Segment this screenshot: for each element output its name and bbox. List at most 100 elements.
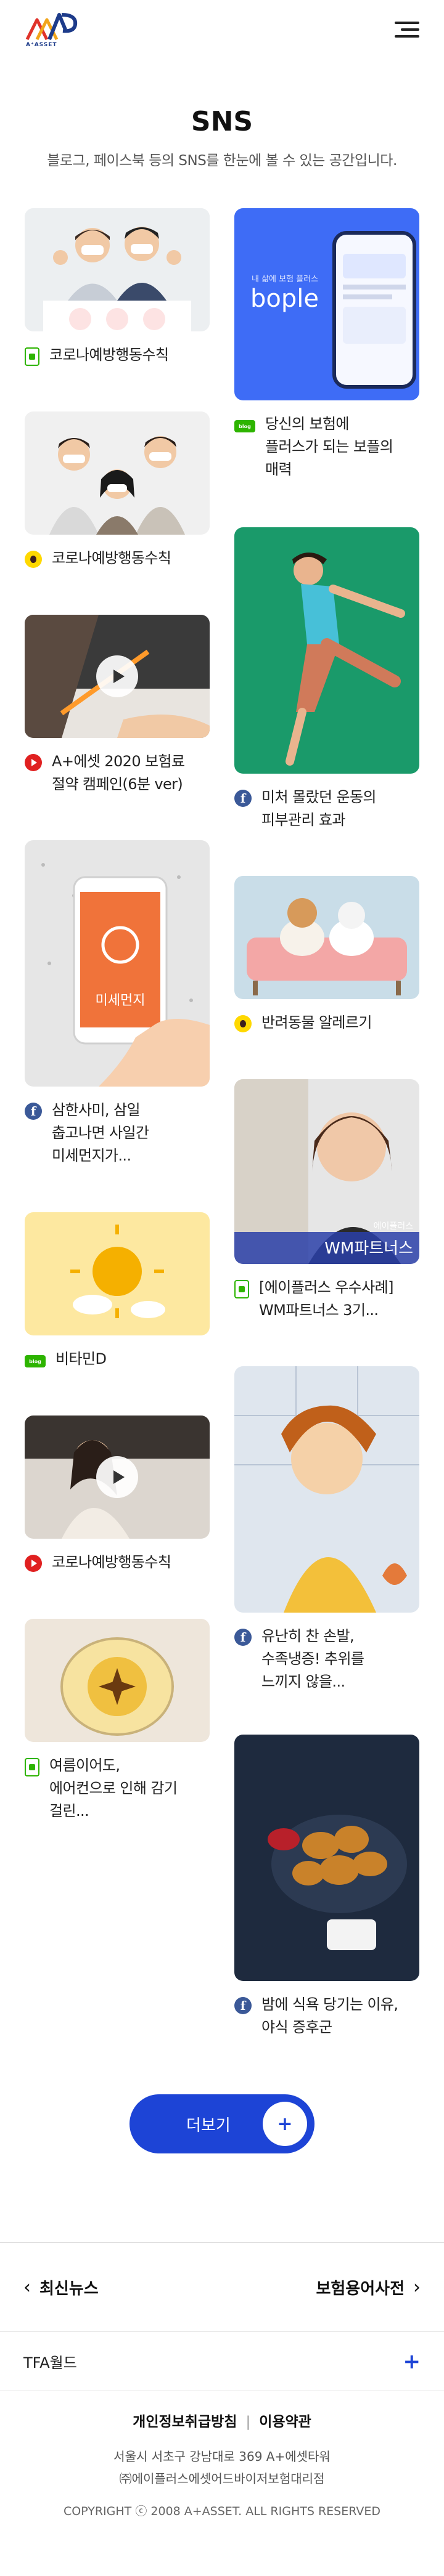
site-footer: 개인정보취급방침 | 이용약관 서울시 서초구 강남대로 369 A+에셋타워 ㈜에…	[0, 2410, 444, 2519]
card-caption: blog 비타민D	[25, 1350, 210, 1371]
card-thumbnail	[25, 1416, 210, 1539]
facebook-icon: f	[234, 1629, 252, 1646]
card-title: 코로나예방행동수칙	[52, 549, 171, 567]
card-title: 유난히 찬 손발, 수족냉증! 추위를 느끼지 않을...	[261, 1627, 364, 1690]
sns-card[interactable]: 여름이어도, 에어컨으로 인해 감기 걸린...	[25, 1619, 210, 1823]
divider: |	[245, 2414, 251, 2430]
card-thumbnail: 내 삶에 보험 플러스 bople	[234, 208, 419, 400]
facebook-icon: f	[25, 1103, 42, 1120]
card-title: 미처 몰랐던 운동의 피부관리 효과	[261, 788, 377, 828]
next-link[interactable]: 보험용어사전 ›	[316, 2276, 421, 2299]
chevron-right-icon: ›	[413, 2276, 421, 2298]
sns-card[interactable]: f 밤에 식욕 당기는 이유, 야식 증후군	[234, 1735, 419, 2039]
card-caption: 코로나예방행동수칙	[25, 346, 210, 367]
chevron-left-icon: ‹	[23, 2276, 31, 2298]
hamburger-icon[interactable]	[395, 20, 419, 39]
card-thumbnail	[25, 208, 210, 331]
sns-card[interactable]: 코로나예방행동수칙	[25, 411, 210, 570]
card-thumbnail	[25, 615, 210, 738]
card-thumbnail	[234, 1735, 419, 1981]
thumb-brand-text: bople	[250, 285, 319, 313]
company-name: ㈜에이플러스에셋어드바이저보험대리점	[119, 2471, 325, 2486]
page-description: 블로그, 페이스북 등의 SNS를 한눈에 볼 수 있는 공간입니다.	[47, 153, 397, 169]
sns-card[interactable]: 에이플러스 WM파트너스 [에이플러스 우수사례] WM파트너스 3기...	[234, 1079, 419, 1322]
thumb-text: 미세먼지	[95, 993, 146, 1008]
section-heading: SNS 블로그, 페이스북 등의 SNS를 한눈에 볼 수 있는 공간입니다.	[0, 106, 444, 169]
logo-mark-icon	[25, 13, 78, 41]
card-thumbnail: 에이플러스 WM파트너스	[234, 1079, 419, 1264]
more-button[interactable]: 더보기 +	[130, 2094, 314, 2153]
logo-text: A⁺ASSET	[26, 42, 57, 48]
post-navigation: ‹ 최신뉴스 보험용어사전 ›	[0, 2242, 444, 2332]
naver-blog-icon: blog	[25, 1355, 46, 1367]
youtube-icon	[25, 754, 42, 771]
naver-blog-icon: blog	[234, 420, 255, 432]
facebook-icon: f	[234, 1997, 252, 2014]
plus-icon: +	[403, 2349, 421, 2374]
copyright: COPYRIGHT ⓒ 2008 A+ASSET. ALL RIGHTS RES…	[63, 2505, 381, 2518]
prev-link[interactable]: ‹ 최신뉴스	[23, 2276, 99, 2299]
card-caption: 여름이어도, 에어컨으로 인해 감기 걸린...	[25, 1757, 210, 1823]
sns-card[interactable]: 반려동물 알레르기	[234, 876, 419, 1034]
play-icon[interactable]	[96, 655, 138, 697]
facebook-icon: f	[234, 790, 252, 807]
sns-card[interactable]: 미세먼지 f 삼한사미, 삼일 춥고나면 사일간 미세먼지가...	[25, 840, 210, 1167]
naver-post-icon	[25, 1758, 39, 1776]
card-caption: f 미처 몰랐던 운동의 피부관리 효과	[234, 788, 419, 832]
naver-post-icon	[234, 1280, 249, 1298]
thumb-brand-text: WM파트너스	[324, 1239, 413, 1258]
privacy-policy-link[interactable]: 개인정보취급방침	[133, 2414, 237, 2430]
sns-card[interactable]: f 미처 몰랐던 운동의 피부관리 효과	[234, 527, 419, 832]
card-title: 삼한사미, 삼일 춥고나면 사일간 미세먼지가...	[52, 1101, 149, 1164]
sns-page: A⁺ASSET SNS 블로그, 페이스북 등의 SNS를 한눈에 볼 수 있는…	[0, 0, 444, 2576]
card-caption: 반려동물 알레르기	[234, 1014, 419, 1034]
card-caption: A+에셋 2020 보험료 절약 캠페인(6분 ver)	[25, 753, 210, 796]
sns-card[interactable]: blog 비타민D	[25, 1212, 210, 1371]
card-caption: 코로나예방행동수칙	[25, 1553, 210, 1574]
card-title: 당신의 보험에 플러스가 되는 보플의 매력	[265, 415, 393, 478]
thumb-small-text: 내 삶에 보험 플러스	[252, 275, 319, 284]
prev-link-label: 최신뉴스	[39, 2279, 99, 2298]
play-icon[interactable]	[96, 1456, 138, 1498]
card-caption: blog 당신의 보험에 플러스가 되는 보플의 매력	[234, 415, 419, 481]
tfa-world-label: TFA월드	[23, 2354, 77, 2371]
sns-card[interactable]: 내 삶에 보험 플러스 bople blog 당신의 보험에 플러스가 되는 보플…	[234, 208, 419, 481]
card-caption: f 유난히 찬 손발, 수족냉증! 추위를 느끼지 않을...	[234, 1627, 419, 1693]
thumb-small-text: 에이플러스	[373, 1221, 413, 1231]
plus-icon: +	[263, 2102, 307, 2146]
card-title: [에이플러스 우수사례] WM파트너스 3기...	[259, 1279, 393, 1319]
site-header: A⁺ASSET	[0, 0, 444, 59]
page-title: SNS	[191, 106, 253, 137]
footer-address: 서울시 서초구 강남대로 369 A+에셋타워 ㈜에이플러스에셋어드바이저보험대…	[0, 2445, 444, 2490]
sns-grid: 코로나예방행동수칙 코로나예방행동수칙 A+에셋 2020 보험료 절약 캠페인…	[0, 208, 444, 2056]
logo[interactable]: A⁺ASSET	[25, 11, 81, 48]
card-caption: 코로나예방행동수칙	[25, 549, 210, 570]
sns-card[interactable]: A+에셋 2020 보험료 절약 캠페인(6분 ver)	[25, 615, 210, 796]
footer-links: 개인정보취급방침 | 이용약관	[0, 2410, 444, 2431]
sns-card[interactable]: f 유난히 찬 손발, 수족냉증! 추위를 느끼지 않을...	[234, 1366, 419, 1693]
youtube-icon	[25, 1555, 42, 1572]
card-thumbnail	[25, 1619, 210, 1742]
address-line: 서울시 서초구 강남대로 369 A+에셋타워	[113, 2449, 331, 2464]
card-thumbnail	[234, 876, 419, 999]
kakao-story-icon	[234, 1015, 252, 1032]
card-title: 여름이어도, 에어컨으로 인해 감기 걸린...	[49, 1757, 178, 1820]
card-title: 반려동물 알레르기	[261, 1014, 372, 1031]
card-title: 비타민D	[56, 1350, 107, 1367]
card-thumbnail	[25, 411, 210, 535]
card-thumbnail	[234, 1366, 419, 1613]
sns-card[interactable]: 코로나예방행동수칙	[25, 208, 210, 367]
card-caption: f 삼한사미, 삼일 춥고나면 사일간 미세먼지가...	[25, 1101, 210, 1167]
next-link-label: 보험용어사전	[316, 2279, 405, 2298]
card-caption: [에이플러스 우수사례] WM파트너스 3기...	[234, 1279, 419, 1322]
terms-link[interactable]: 이용약관	[259, 2414, 311, 2430]
card-thumbnail: 미세먼지	[25, 840, 210, 1087]
card-thumbnail	[234, 527, 419, 774]
card-title: A+에셋 2020 보험료 절약 캠페인(6분 ver)	[52, 753, 185, 793]
sns-card[interactable]: 코로나예방행동수칙	[25, 1416, 210, 1574]
card-caption: f 밤에 식욕 당기는 이유, 야식 증후군	[234, 1996, 419, 2039]
naver-post-icon	[25, 347, 39, 366]
card-title: 코로나예방행동수칙	[49, 346, 169, 363]
tfa-world-toggle[interactable]: TFA월드 +	[0, 2332, 444, 2391]
card-title: 밤에 식욕 당기는 이유, 야식 증후군	[261, 1996, 398, 2036]
